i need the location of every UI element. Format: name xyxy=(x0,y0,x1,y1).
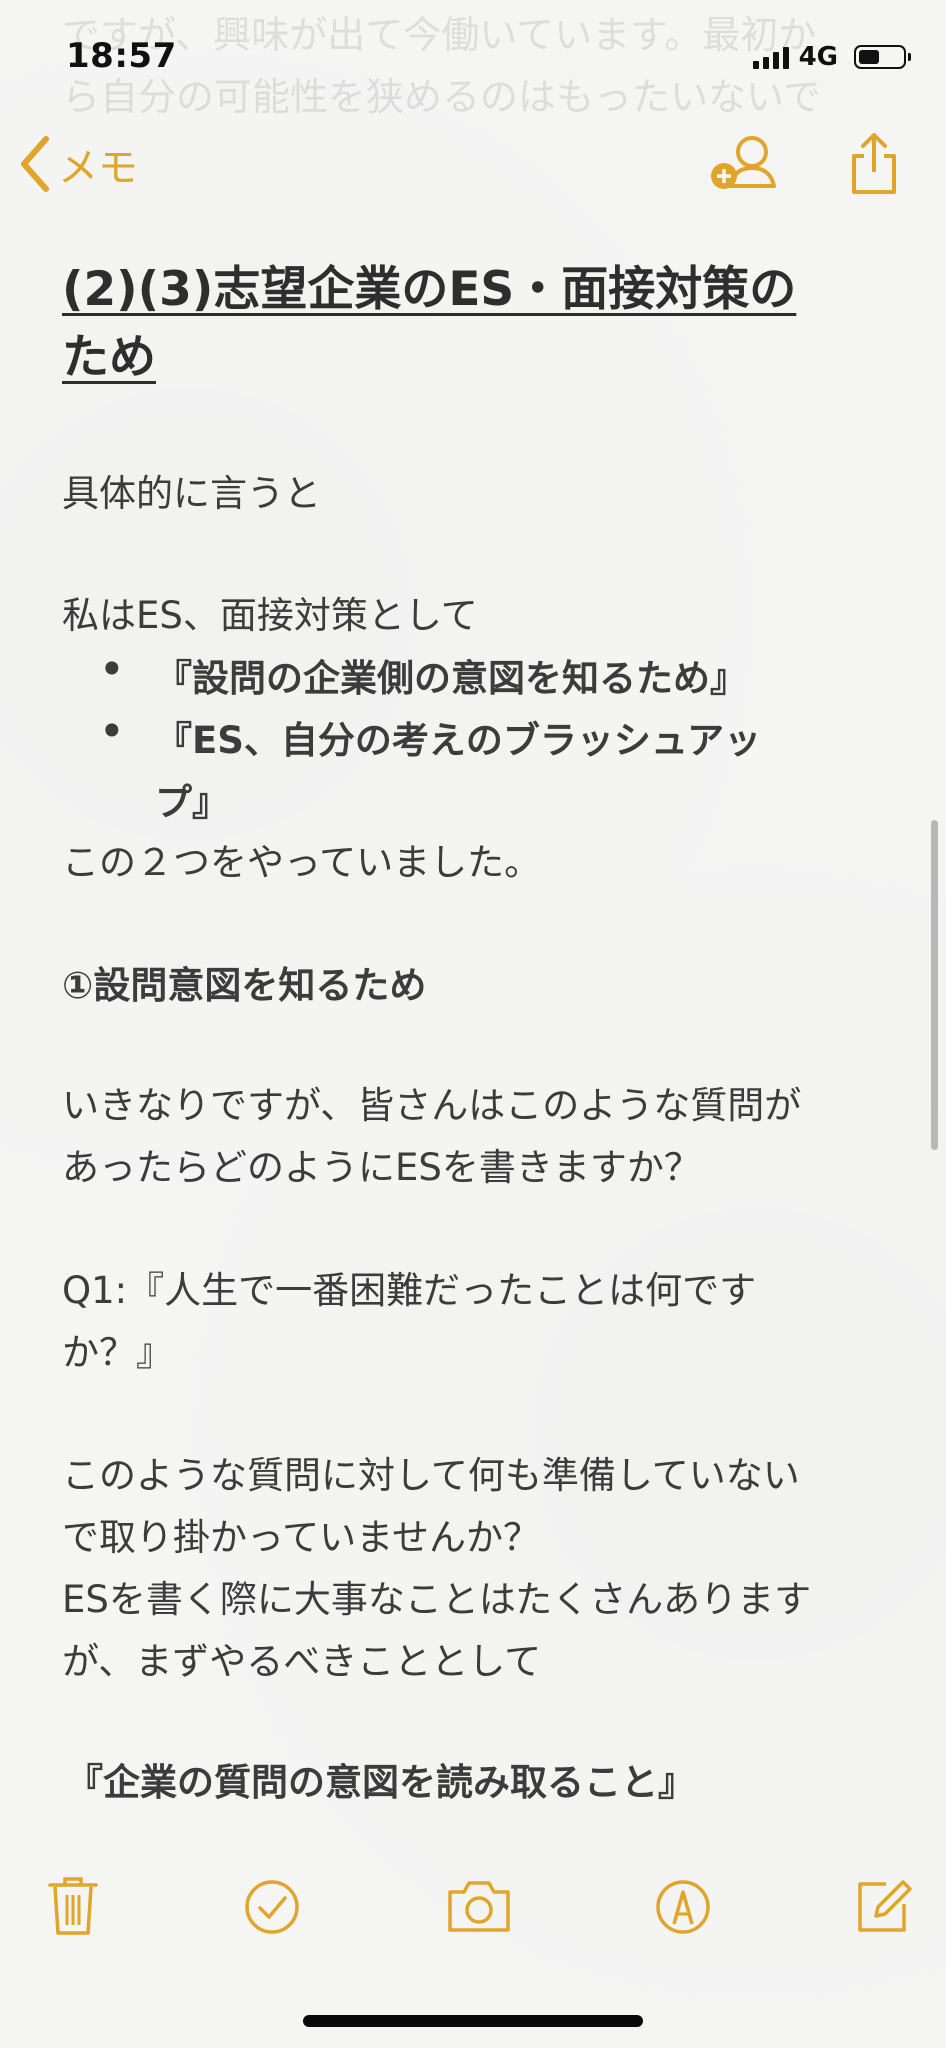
note-paragraph: この２つをやっていました。 xyxy=(62,841,542,884)
back-button[interactable]: メモ xyxy=(18,135,138,193)
note-paragraph: いきなりですが、皆さんはこのような質問が xyxy=(62,1084,802,1127)
bullet-item-continued: プ』 xyxy=(155,781,229,824)
heading-line: (2)(3)志望企業のES・面接対策の xyxy=(62,262,797,317)
share-button[interactable] xyxy=(848,132,900,200)
trash-icon xyxy=(48,1877,98,1935)
camera-button[interactable] xyxy=(446,1878,512,1938)
note-paragraph: このような質問に対して何も準備していない xyxy=(62,1454,800,1497)
back-label: メモ xyxy=(58,145,138,191)
question-text: か？』 xyxy=(62,1331,173,1374)
note-paragraph: が、まずやるべきこととして xyxy=(62,1640,542,1683)
compose-button[interactable] xyxy=(856,1876,912,1938)
note-paragraph: で取り掛かっていませんか？ xyxy=(62,1516,541,1559)
ghost-line: ら自分の可能性を狭めるのはもったいないで xyxy=(62,75,821,119)
camera-icon xyxy=(448,1881,510,1932)
add-person-icon xyxy=(711,136,776,189)
question-text: Q1:『人生で一番困難だったことは何です xyxy=(62,1269,757,1312)
compose-icon xyxy=(858,1880,912,1932)
heading-line: ため xyxy=(62,330,156,385)
battery-icon xyxy=(854,45,911,69)
bullet-dot: • xyxy=(100,710,124,753)
bullet-item: 『設問の企業側の意図を知るため』 xyxy=(155,657,747,700)
note-paragraph: 私はES、面接対策として xyxy=(62,594,478,637)
note-paragraph: 具体的に言うと xyxy=(62,472,321,515)
chevron-left-icon xyxy=(21,136,49,192)
bullet-dot: • xyxy=(100,648,124,691)
checklist-button[interactable] xyxy=(243,1878,301,1940)
network-type: 4G xyxy=(798,42,838,72)
delete-button[interactable] xyxy=(48,1875,98,1941)
home-indicator[interactable] xyxy=(303,2015,643,2027)
status-indicators: 4G xyxy=(752,42,911,72)
note-heading[interactable]: (2)(3)志望企業のES・面接対策の ため xyxy=(62,256,892,392)
note-paragraph: ESを書く際に大事なことはたくさんあります xyxy=(62,1578,812,1621)
note-paragraph: あったらどのようにESを書きますか？ xyxy=(62,1146,701,1189)
section-title: ①設問意図を知るため xyxy=(62,964,427,1007)
share-icon xyxy=(852,133,896,194)
bullet-item: 『ES、自分の考えのブラッシュアッ xyxy=(155,719,762,762)
markup-button[interactable] xyxy=(654,1878,712,1940)
cellular-signal-icon xyxy=(752,45,789,69)
emphasis-text: 『企業の質問の意図を読み取ること』 xyxy=(66,1761,695,1804)
scrollbar[interactable] xyxy=(931,820,938,1150)
add-person-button[interactable] xyxy=(708,130,778,198)
status-time: 18:57 xyxy=(66,36,177,76)
checklist-icon xyxy=(245,1880,299,1934)
markup-pen-icon xyxy=(656,1880,710,1934)
